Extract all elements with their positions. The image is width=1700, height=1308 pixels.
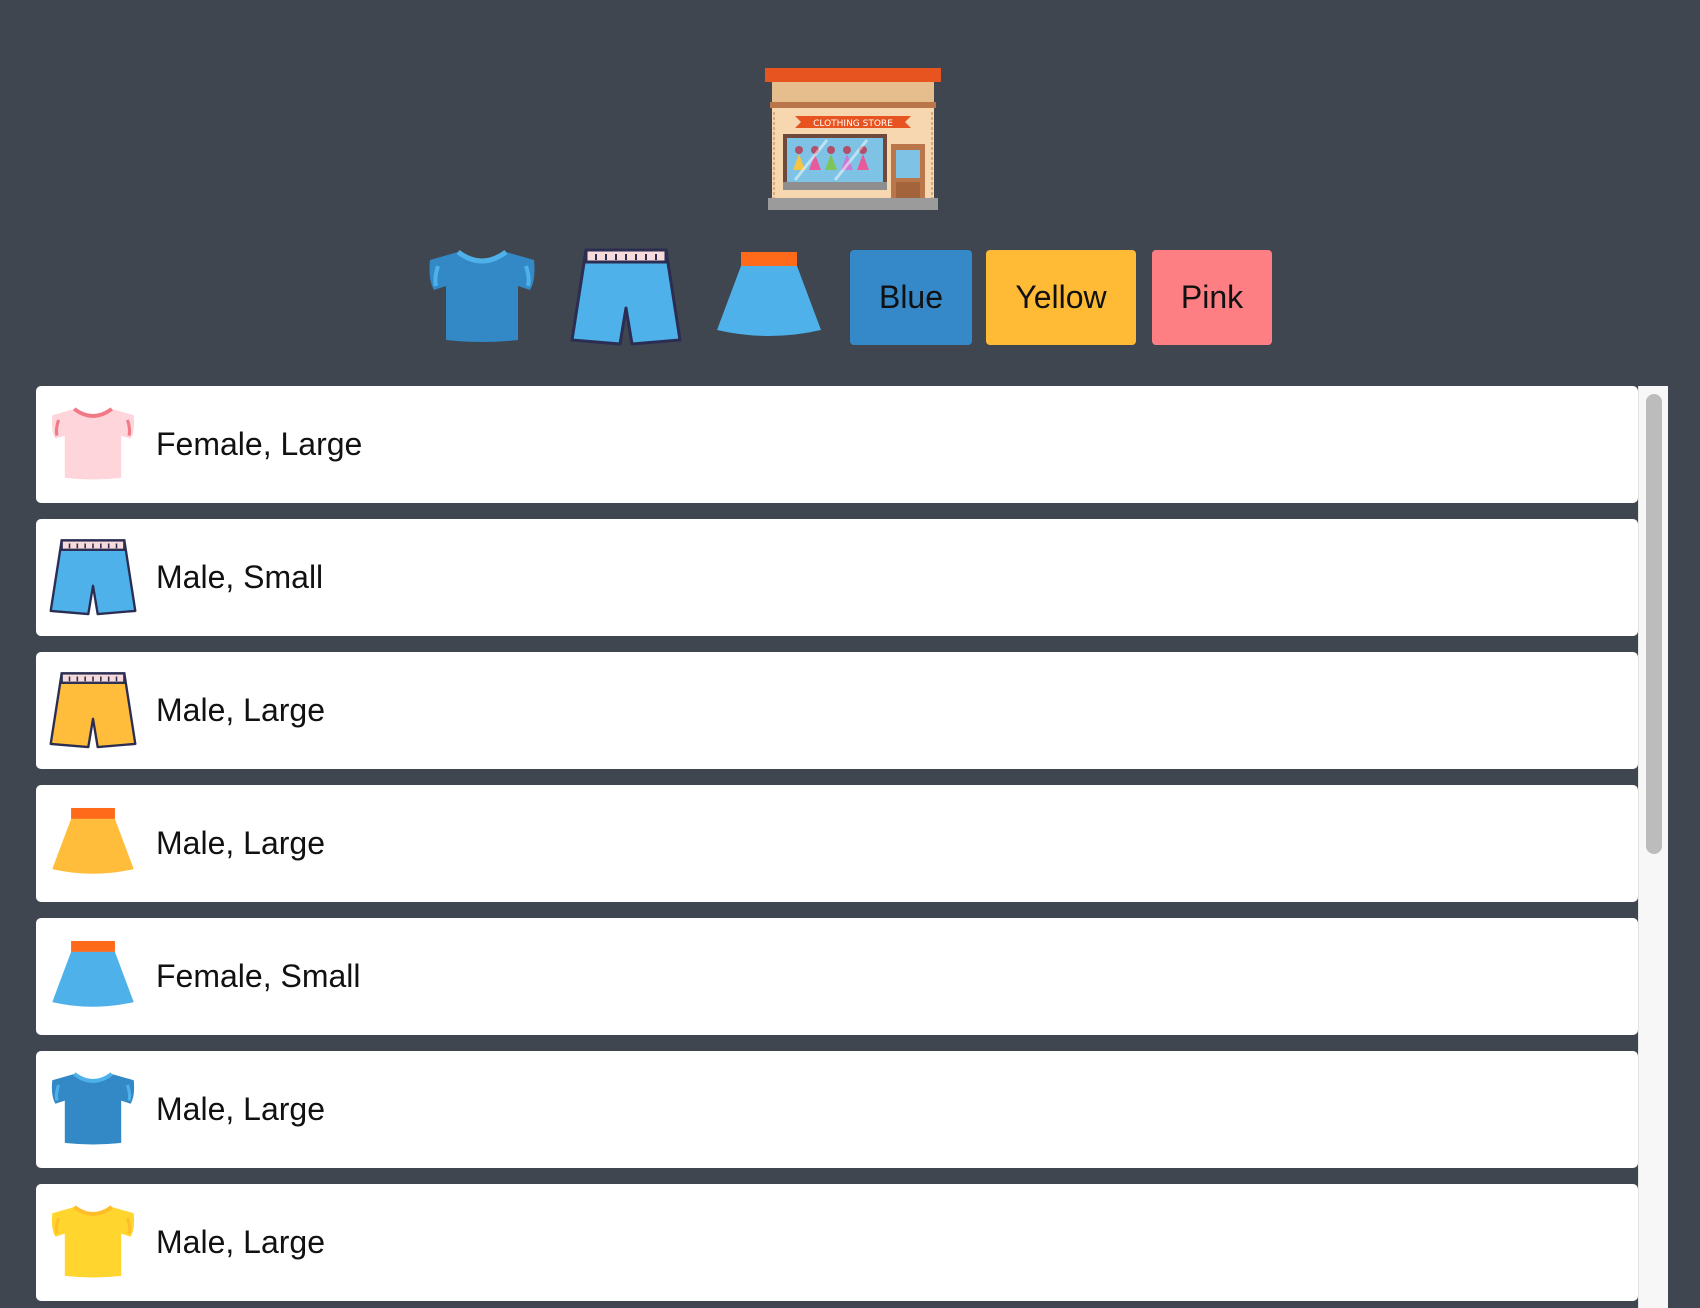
- tshirt-filter-button[interactable]: [422, 248, 542, 348]
- skirt-icon: [46, 932, 140, 1022]
- list-item[interactable]: Female, Large: [36, 386, 1638, 503]
- filter-toolbar: Blue Yellow Pink: [0, 248, 1700, 348]
- yellow-filter-button[interactable]: Yellow: [986, 250, 1136, 345]
- list-item[interactable]: Male, Large: [36, 785, 1638, 902]
- skirt-icon: [717, 252, 821, 336]
- pink-filter-button[interactable]: Pink: [1152, 250, 1272, 345]
- item-label: Female, Small: [156, 958, 361, 994]
- shorts-icon: [46, 666, 140, 756]
- skirt-icon: [46, 799, 140, 889]
- list-item[interactable]: Male, Large: [36, 652, 1638, 769]
- clothing-store-icon: CLOTHING STORE: [765, 68, 941, 216]
- shorts-icon: [46, 533, 140, 623]
- item-label: Male, Large: [156, 1091, 325, 1127]
- shorts-icon: [570, 248, 682, 346]
- store-sign-text: CLOTHING STORE: [813, 119, 893, 129]
- item-label: Male, Large: [156, 1224, 325, 1260]
- item-label: Male, Large: [156, 825, 325, 861]
- item-label: Male, Small: [156, 559, 324, 595]
- item-label: Male, Large: [156, 692, 325, 728]
- tshirt-icon: [46, 400, 140, 490]
- shorts-filter-button[interactable]: [566, 248, 686, 348]
- skirt-filter-button[interactable]: [709, 248, 829, 348]
- list-item[interactable]: Male, Large: [36, 1051, 1638, 1168]
- item-list-container[interactable]: Female, Large Male, Small Male, Large Ma…: [36, 386, 1668, 1308]
- blue-filter-button[interactable]: Blue: [850, 250, 972, 345]
- item-label: Female, Large: [156, 426, 363, 462]
- list-scrollbar[interactable]: [1638, 386, 1668, 1308]
- tshirt-icon: [46, 1065, 140, 1155]
- tshirt-icon: [46, 1198, 140, 1288]
- item-list: Female, Large Male, Small Male, Large Ma…: [36, 386, 1638, 1308]
- scrollbar-thumb[interactable]: [1646, 394, 1662, 854]
- tshirt-icon: [429, 249, 535, 342]
- list-item[interactable]: Female, Small: [36, 918, 1638, 1035]
- list-item[interactable]: Male, Small: [36, 519, 1638, 636]
- list-item[interactable]: Male, Large: [36, 1184, 1638, 1301]
